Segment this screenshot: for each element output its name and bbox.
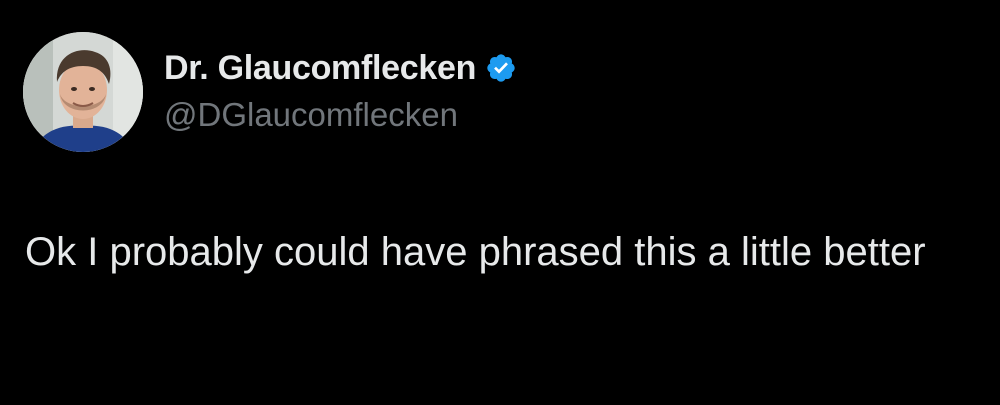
display-name[interactable]: Dr. Glaucomflecken [164,49,476,88]
name-row: Dr. Glaucomflecken [164,46,517,90]
user-handle[interactable]: @DGlaucomflecken [164,96,517,134]
tweet-text: Ok I probably could have phrased this a … [25,230,926,274]
avatar[interactable] [23,32,143,152]
tweet-card: Dr. Glaucomflecken @DGlaucomflecken Ok I… [0,0,1000,405]
verified-badge-icon [485,52,517,84]
avatar-photo [23,32,143,152]
tweet-author: Dr. Glaucomflecken @DGlaucomflecken [164,46,517,134]
